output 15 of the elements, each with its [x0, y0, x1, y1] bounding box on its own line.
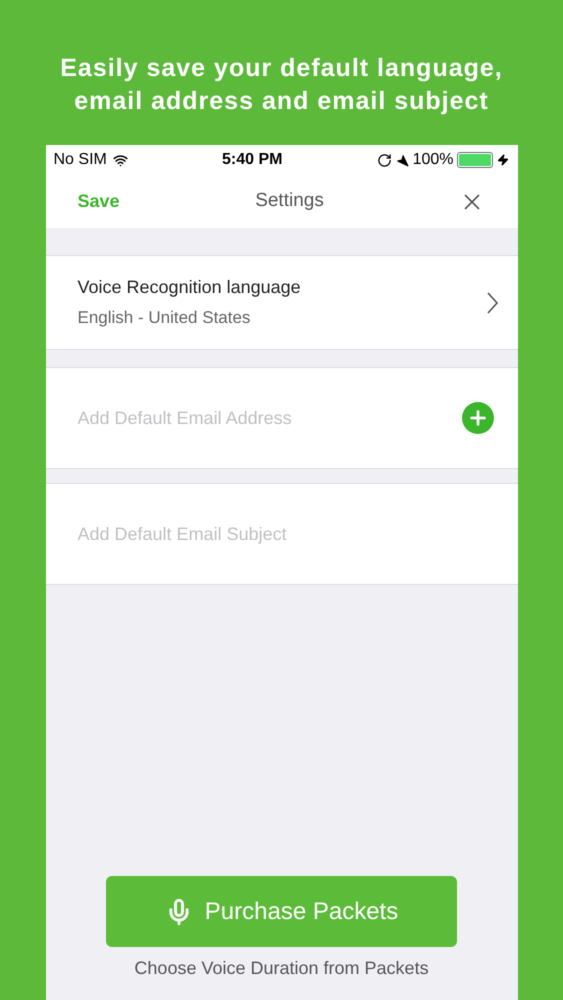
wifi-icon	[112, 152, 128, 168]
rotation-lock-icon	[376, 152, 392, 168]
add-button[interactable]	[462, 402, 494, 434]
headline: Easily save your default language, email address and email subject	[60, 53, 503, 117]
screen-title: Settings	[255, 189, 324, 214]
location-icon	[396, 154, 409, 166]
status-time: 5:40 PM	[222, 150, 282, 170]
chevron-icon	[486, 292, 498, 314]
battery-percent: 100%	[412, 150, 454, 170]
save-button[interactable]: Save	[78, 188, 120, 215]
purchase-button[interactable]: Purchase Packets	[106, 876, 457, 947]
language-row[interactable]: Voice Recognition language English - United States	[46, 255, 518, 350]
carrier-label: No SIM	[54, 150, 107, 170]
battery-icon	[457, 152, 494, 168]
caption: Choose Voice Duration from Packets	[134, 957, 429, 980]
